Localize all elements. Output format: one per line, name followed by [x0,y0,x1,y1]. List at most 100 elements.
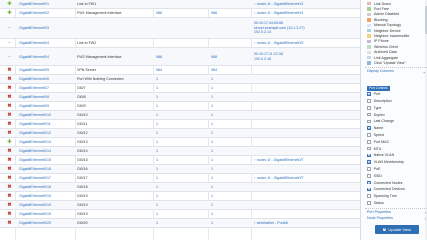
vlan-link[interactable]: 1 [156,129,186,137]
column-option[interactable]: Native VLAN [367,153,426,158]
vlan-link[interactable]: 988 [156,48,186,65]
native-vlan-link[interactable]: 1 [211,165,241,173]
neighbor-link[interactable]: 192.0.2.16 [254,57,271,62]
native-vlan-link[interactable]: 1 [211,174,241,182]
neighbor-link[interactable]: ↑ router-1f - GigabitEthernet0/7 [254,176,304,181]
column-checkbox[interactable] [367,126,371,130]
update-view-button[interactable]: ↻ Update View [375,225,419,234]
neighbor-link[interactable]: ↑ whitetablet - Port#8 [254,221,288,226]
vlan-link[interactable]: 1 [156,174,186,182]
column-option[interactable]: SSID [367,173,426,178]
column-option[interactable]: Speed [367,132,426,137]
native-vlan-link[interactable]: 1 [211,138,241,146]
column-option[interactable]: Duplex [367,112,426,117]
port-link[interactable]: GigabitEthernet0/3 [19,18,77,38]
neighbor-link[interactable]: ↑ router-1f - GigabitEthernet0/1 [254,2,304,7]
native-vlan-link[interactable]: 1 [211,201,241,209]
vlan-link[interactable]: 988 [156,9,186,17]
vlan-link[interactable]: 1 [156,156,186,164]
native-vlan-link[interactable] [211,0,241,8]
port-link[interactable]: GigabitEthernet0/9 [19,102,77,110]
native-vlan-link[interactable]: 1 [211,120,241,128]
port-controls-tag[interactable]: Port Controls [367,85,390,91]
port-link[interactable]: GigabitEthernet0/12 [19,129,77,137]
column-option[interactable]: Status [367,200,426,205]
vlan-link[interactable] [156,18,186,38]
column-option[interactable]: Name [367,126,426,131]
neighbor-link[interactable]: ↑ router-1f - GigabitEthernet0/7 [254,158,304,163]
neighbor-link[interactable]: 192.0.2.14 [254,30,271,35]
native-vlan-link[interactable]: 1 [211,147,241,155]
native-vlan-link[interactable]: 988 [211,48,241,65]
native-vlan-link[interactable]: 1 [211,102,241,110]
native-vlan-link[interactable]: 1 [211,75,241,83]
column-checkbox[interactable] [367,92,371,96]
neighbor-link[interactable]: ↑ router-1f - GigabitEthernet0/2 [254,41,304,46]
column-option[interactable]: Type [367,105,426,110]
port-link[interactable]: GigabitEthernet0/5 [19,66,77,74]
port-link[interactable]: GigabitEthernet0/13 [19,138,77,146]
port-link[interactable]: GigabitEthernet0/19 [19,201,77,209]
column-option[interactable]: Last Change [367,119,426,124]
port-link[interactable]: GigabitEthernet0/18 [19,183,77,191]
port-link[interactable]: GigabitEthernet0/11 [19,120,77,128]
native-vlan-link[interactable] [211,18,241,38]
vlan-link[interactable]: 1 [156,102,186,110]
node-properties-header[interactable]: Node Properties › [367,216,426,221]
column-checkbox[interactable] [367,139,371,144]
column-checkbox[interactable] [367,146,371,151]
port-link[interactable]: GigabitEthernet0/19 [19,192,77,200]
native-vlan-link[interactable]: 984 [211,66,241,74]
column-checkbox[interactable] [367,99,371,103]
port-link[interactable]: GigabitEthernet0/6 [19,75,77,83]
column-option[interactable]: Port [367,92,426,97]
port-link[interactable]: GigabitEthernet0/17 [19,174,77,182]
vlan-link[interactable]: 1 [156,120,186,128]
native-vlan-link[interactable]: 1 [211,183,241,191]
column-checkbox[interactable] [367,105,371,110]
column-option[interactable]: Description [367,98,426,103]
column-checkbox[interactable] [367,194,371,198]
port-link[interactable]: GigabitEthernet0/16 [19,165,77,173]
column-checkbox[interactable] [367,201,371,205]
vlan-link[interactable]: 1 [156,111,186,119]
vlan-link[interactable]: 1 [156,165,186,173]
vlan-link[interactable]: 1 [156,84,186,92]
neighbor-link[interactable]: ↑ router-1f - GigabitEthernet0/1 [254,11,304,16]
port-link[interactable]: GigabitEthernet0/15 [19,156,77,164]
port-link[interactable]: GigabitEthernet0/2 [19,9,77,17]
native-vlan-link[interactable]: 1 [211,93,241,101]
port-link[interactable]: GigabitEthernet0/4 [19,39,77,47]
vlan-link[interactable]: 1 [156,201,186,209]
port-link[interactable]: GigabitEthernet0/20 [19,219,77,227]
column-option[interactable]: Connected Devices [367,187,426,192]
port-link[interactable]: GigabitEthernet0/19 [19,210,77,218]
native-vlan-link[interactable]: 1 [211,84,241,92]
vlan-link[interactable]: 1 [156,192,186,200]
column-option[interactable]: MTU [367,146,426,151]
native-vlan-link[interactable]: 1 [211,111,241,119]
vlan-link[interactable]: 1 [156,138,186,146]
vlan-link[interactable] [156,39,186,47]
port-link[interactable]: GigabitEthernet0/10 [19,111,77,119]
port-link[interactable]: GigabitEthernet0/7 [19,84,77,92]
column-checkbox[interactable] [367,173,371,178]
vlan-link[interactable]: 984 [156,66,186,74]
native-vlan-link[interactable]: 988 [211,9,241,17]
vlan-link[interactable]: 1 [156,210,186,218]
native-vlan-link[interactable]: 1 [211,210,241,218]
column-option[interactable]: PoE [367,166,426,171]
column-checkbox[interactable] [367,187,371,192]
column-checkbox[interactable] [367,180,371,185]
port-link[interactable]: GigabitEthernet0/1 [19,0,77,8]
column-option[interactable]: Spanning Tree [367,194,426,199]
native-vlan-link[interactable] [211,39,241,47]
column-checkbox[interactable] [367,160,371,164]
column-checkbox[interactable] [367,112,371,117]
column-option[interactable]: Connected Nodes [367,180,426,185]
vlan-link[interactable]: 1 [156,147,186,155]
port-properties-header[interactable]: Port Properties › [367,210,426,215]
port-link[interactable]: GigabitEthernet0/4 [19,48,77,65]
column-option[interactable]: VLAN Membership [367,160,426,165]
column-checkbox[interactable] [367,167,371,171]
